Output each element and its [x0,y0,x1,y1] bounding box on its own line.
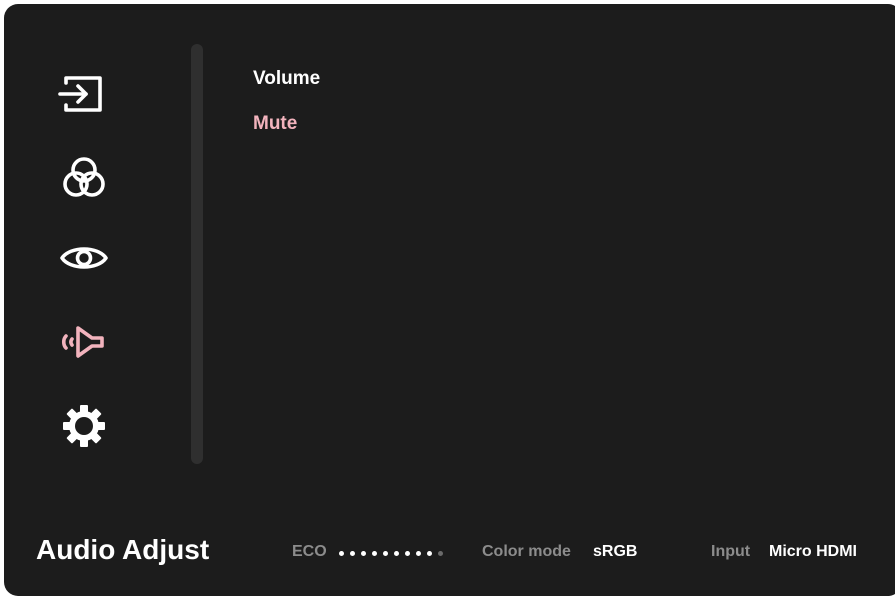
eco-dot [361,551,366,556]
menu-item-mute[interactable]: Mute [253,113,297,135]
eco-dot [416,551,421,556]
color-icon[interactable] [56,150,112,206]
eco-dot [339,551,344,556]
eco-dot [427,551,432,556]
eco-level-indicator [339,551,443,557]
eco-dot [438,551,443,556]
scrollbar[interactable] [191,44,203,464]
page-title: Audio Adjust [36,534,210,565]
speaker-icon[interactable] [56,314,112,370]
color-mode-label: Color mode [482,543,571,560]
eco-dot [350,551,355,556]
eco-dot [372,551,377,556]
gear-icon[interactable] [56,398,112,454]
menu-item-volume[interactable]: Volume [253,68,320,90]
eye-icon[interactable] [56,230,112,286]
eco-dot [394,551,399,556]
input-label: Input [711,543,751,560]
input-value: Micro HDMI [769,543,857,560]
input-icon[interactable] [56,66,112,122]
color-mode-value: sRGB [593,543,638,560]
eco-dot [405,551,410,556]
eco-dot [383,551,388,556]
eco-label: ECO [292,543,327,560]
osd-menu: Volume Mute Audio Adjust ECO Color mode … [4,4,895,596]
